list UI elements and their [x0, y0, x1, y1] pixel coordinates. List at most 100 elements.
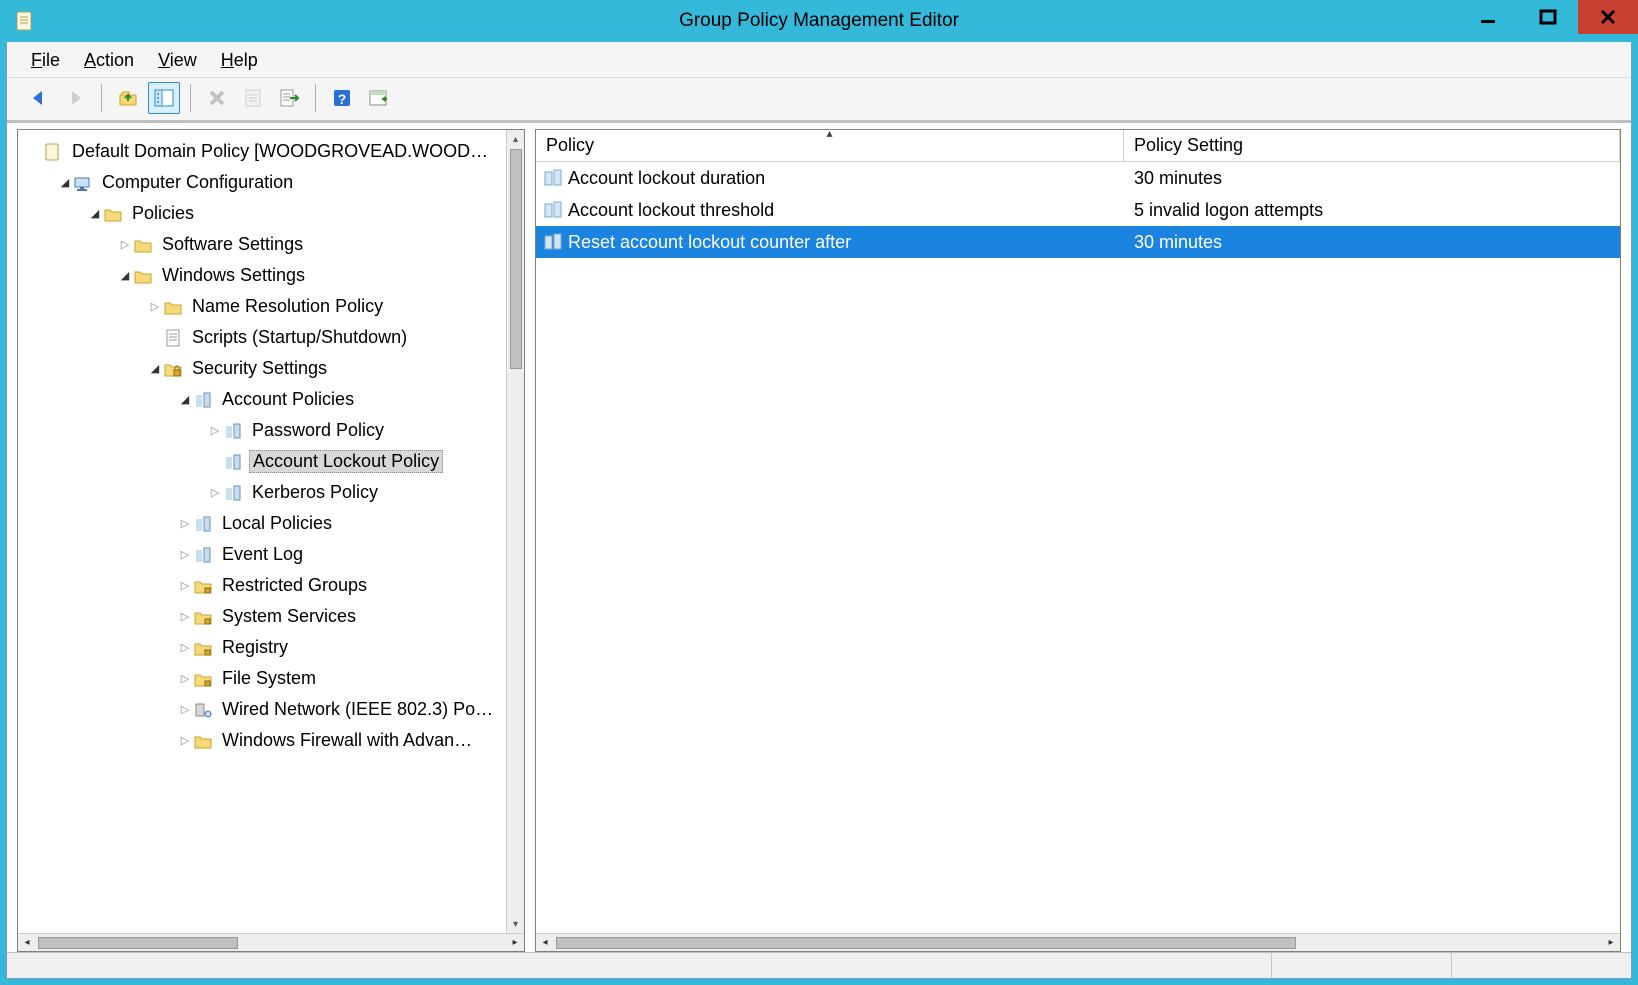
toolbar-separator	[190, 84, 191, 112]
tree-expander-icon[interactable]: ◢	[148, 362, 162, 375]
tree-item[interactable]: ▷Local Policies	[18, 508, 524, 539]
maximize-button[interactable]	[1518, 0, 1578, 34]
tree-expander-icon[interactable]: ▷	[178, 734, 192, 747]
tree-item-label: Restricted Groups	[219, 575, 370, 596]
scroll-track[interactable]	[554, 937, 1602, 949]
tree-item-label: File System	[219, 668, 319, 689]
list-row[interactable]: Reset account lockout counter after30 mi…	[536, 226, 1620, 258]
status-panel-3	[1451, 953, 1631, 978]
cell-policy: Account lockout threshold	[536, 199, 1124, 221]
scroll-track[interactable]	[36, 937, 506, 949]
tree-item[interactable]: ▷Registry	[18, 632, 524, 663]
scroll-left-icon[interactable]: ◂	[18, 934, 36, 951]
tree-item[interactable]: ◢ Account Policies	[18, 384, 524, 415]
tree-pane: Default Domain Policy [WOODGROVEAD.WOOD……	[17, 129, 525, 952]
folder-icon	[102, 203, 124, 225]
tree-item-label: System Services	[219, 606, 359, 627]
scroll-right-icon[interactable]: ▸	[506, 934, 524, 951]
menu-help[interactable]: Help	[221, 50, 258, 71]
list-body[interactable]: Account lockout duration30 minutesAccoun…	[536, 162, 1620, 933]
tree-expander-icon[interactable]: ▷	[208, 486, 222, 499]
scroll-thumb[interactable]	[510, 149, 522, 369]
tree-expander-icon[interactable]: ▷	[178, 672, 192, 685]
tree-item[interactable]: ▷ Restricted Groups	[18, 570, 524, 601]
column-header-policy[interactable]: Policy	[536, 130, 1124, 161]
tree-expander-icon[interactable]: ◢	[118, 269, 132, 282]
cell-policy: Account lockout duration	[536, 167, 1124, 189]
scroll-icon	[42, 141, 64, 163]
tree-horizontal-scrollbar[interactable]: ◂ ▸	[18, 933, 524, 951]
help-qm-icon: ?	[331, 87, 353, 109]
tree-item[interactable]: ◢ Windows Settings	[18, 260, 524, 291]
tree-item[interactable]: ▷Event Log	[18, 539, 524, 570]
list-row[interactable]: Account lockout duration30 minutes	[536, 162, 1620, 194]
list-header: Policy Policy Setting	[536, 130, 1620, 162]
tree-expander-icon[interactable]: ▷	[178, 641, 192, 654]
folder-lock-icon	[192, 637, 214, 659]
toolbar: ?	[7, 78, 1631, 121]
tree-item[interactable]: ▷Name Resolution Policy	[18, 291, 524, 322]
tree-item[interactable]: ▷Kerberos Policy	[18, 477, 524, 508]
help-button[interactable]: ?	[326, 82, 358, 114]
toolbar-separator	[101, 84, 102, 112]
delete-x-icon	[206, 87, 228, 109]
tree-item[interactable]: Default Domain Policy [WOODGROVEAD.WOOD…	[18, 136, 524, 167]
tree-expander-icon[interactable]: ▷	[178, 517, 192, 530]
tree-item[interactable]: ▷ File System	[18, 663, 524, 694]
show-tree-button[interactable]	[148, 82, 180, 114]
cell-setting: 30 minutes	[1124, 232, 1620, 253]
tree-item-label: Account Policies	[219, 389, 357, 410]
up-folder-button[interactable]	[112, 82, 144, 114]
close-button[interactable]	[1578, 0, 1638, 34]
properties-button	[237, 82, 269, 114]
scroll-up-icon[interactable]: ▴	[507, 130, 524, 148]
menu-file[interactable]: File	[31, 50, 60, 71]
status-bar	[7, 952, 1631, 978]
scroll-down-icon[interactable]: ▾	[507, 915, 524, 933]
tree-expander-icon[interactable]: ▷	[178, 579, 192, 592]
tree-pane-icon	[153, 87, 175, 109]
tree-expander-icon[interactable]: ▷	[178, 610, 192, 623]
tree-item-label: Windows Settings	[159, 265, 308, 286]
cell-setting: 5 invalid logon attempts	[1124, 200, 1620, 221]
tree-item[interactable]: ◢Security Settings	[18, 353, 524, 384]
scroll-thumb[interactable]	[38, 937, 238, 949]
tree-expander-icon[interactable]: ◢	[178, 393, 192, 406]
export-button[interactable]	[273, 82, 305, 114]
tree-item[interactable]: Scripts (Startup/Shutdown)	[18, 322, 524, 353]
forward-button	[59, 82, 91, 114]
tree-item[interactable]: ▷ System Services	[18, 601, 524, 632]
app-icon	[14, 10, 36, 32]
tree-expander-icon[interactable]: ▷	[208, 424, 222, 437]
column-header-setting[interactable]: Policy Setting	[1124, 130, 1620, 161]
tree-item[interactable]: ◢Computer Configuration	[18, 167, 524, 198]
title-bar: Group Policy Management Editor	[0, 0, 1638, 42]
tree-item[interactable]: ▷Windows Firewall with Advan…	[18, 725, 524, 756]
tree-expander-icon[interactable]: ▷	[178, 703, 192, 716]
tree-item[interactable]: Account Lockout Policy	[18, 446, 524, 477]
policy-icon	[542, 167, 564, 189]
tree-item[interactable]: ◢Policies	[18, 198, 524, 229]
back-button[interactable]	[23, 82, 55, 114]
policy-icon	[222, 482, 244, 504]
tree-item[interactable]: ▷Password Policy	[18, 415, 524, 446]
scroll-right-icon[interactable]: ▸	[1602, 934, 1620, 951]
list-horizontal-scrollbar[interactable]: ◂ ▸	[536, 933, 1620, 951]
splitter[interactable]	[525, 123, 535, 952]
scroll-left-icon[interactable]: ◂	[536, 934, 554, 951]
tree-view[interactable]: Default Domain Policy [WOODGROVEAD.WOOD……	[18, 130, 524, 933]
tree-expander-icon[interactable]: ◢	[58, 176, 72, 189]
tree-expander-icon[interactable]: ▷	[118, 238, 132, 251]
scroll-thumb[interactable]	[556, 937, 1296, 949]
menu-action[interactable]: Action	[84, 50, 134, 71]
tree-expander-icon[interactable]: ▷	[148, 300, 162, 313]
tree-expander-icon[interactable]: ▷	[178, 548, 192, 561]
tree-item[interactable]: ▷Wired Network (IEEE 802.3) Po…	[18, 694, 524, 725]
list-row[interactable]: Account lockout threshold5 invalid logon…	[536, 194, 1620, 226]
tree-vertical-scrollbar[interactable]: ▴ ▾	[506, 130, 524, 933]
tree-expander-icon[interactable]: ◢	[88, 207, 102, 220]
tree-item[interactable]: ▷Software Settings	[18, 229, 524, 260]
minimize-button[interactable]	[1458, 0, 1518, 34]
filter-button[interactable]	[362, 82, 394, 114]
menu-view[interactable]: View	[158, 50, 197, 71]
